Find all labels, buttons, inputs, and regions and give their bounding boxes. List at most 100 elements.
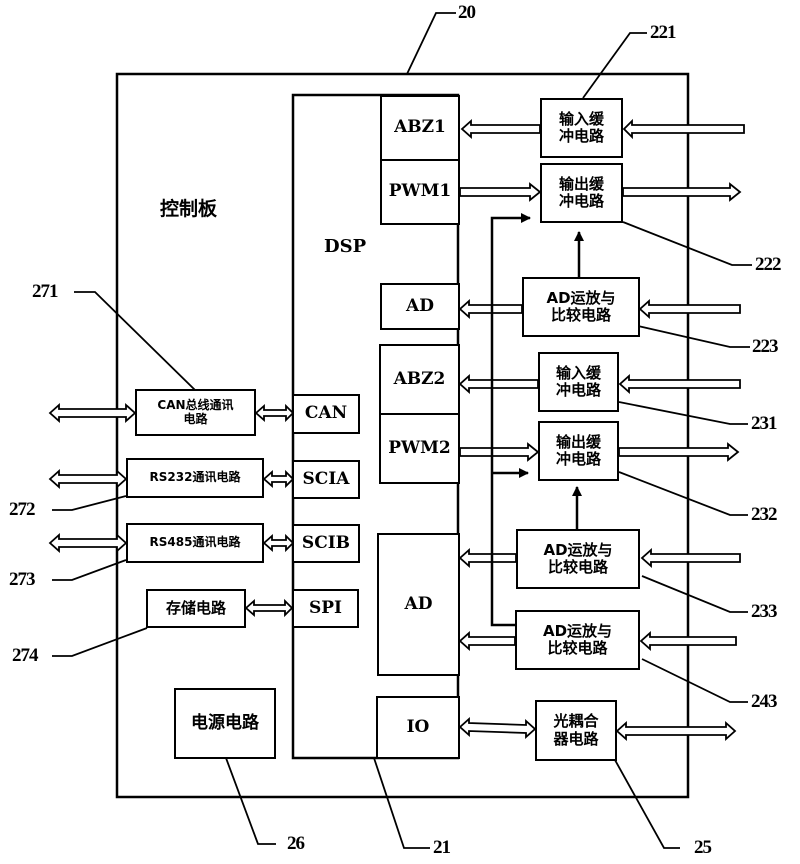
- dsp-title: DSP: [324, 236, 367, 257]
- dsp-port-spi: SPI: [292, 589, 359, 628]
- dsp-port-io: IO: [376, 696, 460, 759]
- leader-221: [582, 32, 647, 99]
- arrow-rs232-scia: [262, 469, 295, 489]
- arrow-ext-to-ad-compare-1: [638, 298, 741, 320]
- ref-label-223: 223: [752, 336, 778, 357]
- dsp-port-can-label: CAN: [304, 403, 348, 424]
- control-board-title: 控制板: [160, 198, 218, 220]
- ad-compare-2-line-1: AD运放与: [543, 540, 613, 559]
- arrow-ext-to-input-buffer-1: [622, 118, 745, 140]
- leader-233: [641, 575, 748, 613]
- ad-compare-3-line-2: 比较电路: [547, 639, 608, 657]
- dsp-port-can: CAN: [292, 394, 360, 434]
- ref-label-271: 271: [32, 281, 58, 302]
- dsp-port-ad-1: AD: [380, 283, 460, 330]
- ad-compare-circuit-2: AD运放与 比较电路: [516, 529, 640, 589]
- arrow-storage-spi: [244, 598, 294, 618]
- optocoupler-line-2: 器电路: [553, 729, 599, 748]
- storage-label: 存储电路: [165, 598, 226, 617]
- input-buffer-2-line-1: 输入缓: [555, 363, 601, 382]
- arrow-output-buffer-1-to-ext: [622, 182, 742, 202]
- dsp-port-abz2: ABZ2: [379, 344, 460, 415]
- dsp-port-abz1: ABZ1: [380, 95, 460, 161]
- leader-232: [618, 471, 748, 516]
- arrow-optocoupler-ext: [615, 720, 737, 742]
- optocoupler-line-1: 光耦合: [553, 712, 599, 731]
- ref-label-231: 231: [751, 413, 777, 434]
- arrow-ext-can-comm: [48, 402, 137, 424]
- ref-label-272: 272: [9, 499, 35, 520]
- ref-label-243: 243: [751, 691, 777, 712]
- dsp-port-pwm2: PWM2: [379, 413, 460, 484]
- dsp-port-scib: SCIB: [292, 524, 360, 563]
- arrow-rs485-scib: [262, 533, 295, 553]
- arrow-pwm2-to-output-buffer-2: [459, 442, 540, 462]
- arrow-ext-to-ad-compare-2: [640, 547, 741, 569]
- ad-compare-1-line-2: 比较电路: [550, 306, 611, 324]
- power-label: 电源电路: [191, 712, 259, 733]
- can-bus-comm-circuit: CAN总线通讯 电路: [135, 389, 256, 436]
- leader-26: [225, 757, 276, 845]
- arrow-ext-rs485: [48, 532, 128, 554]
- arrow-can-comm-can: [254, 403, 295, 423]
- arrow-ad-compare-3-to-ad: [458, 630, 516, 652]
- storage-circuit: 存储电路: [146, 589, 246, 628]
- arrow-pwm1-to-output-buffer-1: [459, 182, 542, 202]
- input-buffer-circuit-2: 输入缓 冲电路: [538, 352, 619, 412]
- dsp-port-abz1-label: ABZ1: [394, 117, 446, 138]
- ad-compare-circuit-3: AD运放与 比较电路: [515, 610, 640, 670]
- leader-274: [52, 627, 148, 657]
- dsp-port-scia-label: SCIA: [302, 468, 350, 489]
- dsp-port-spi-label: SPI: [308, 597, 342, 618]
- dsp-port-pwm1-label: PWM1: [388, 181, 452, 202]
- output-buffer-2-line-1: 输出缓: [555, 432, 601, 451]
- rs232-comm-circuit: RS232通讯电路: [126, 458, 264, 498]
- dsp-port-pwm2-label: PWM2: [388, 437, 451, 458]
- rs232-comm-label: RS232通讯电路: [149, 470, 241, 485]
- input-buffer-1-line-2: 冲电路: [558, 127, 604, 145]
- can-comm-line-1: CAN总线通讯: [157, 397, 234, 412]
- leader-273: [52, 559, 127, 581]
- ad-compare-2-line-2: 比较电路: [547, 558, 608, 576]
- arrow-input-buffer-2-to-abz2: [458, 373, 539, 395]
- optocoupler-circuit: 光耦合 器电路: [535, 700, 617, 761]
- power-circuit: 电源电路: [174, 688, 276, 759]
- leader-25: [614, 759, 680, 849]
- ref-label-274: 274: [12, 645, 38, 666]
- rs485-comm-label: RS485通讯电路: [149, 535, 241, 550]
- dsp-port-ad-1-label: AD: [406, 295, 434, 316]
- arrow-ext-to-input-buffer-2: [618, 373, 741, 395]
- output-buffer-circuit-2: 输出缓 冲电路: [538, 421, 619, 481]
- input-buffer-1-line-1: 输入缓: [558, 109, 604, 128]
- ref-label-233: 233: [751, 601, 777, 622]
- ref-label-273: 273: [9, 569, 35, 590]
- ref-label-21: 21: [433, 837, 451, 858]
- output-buffer-2-line-2: 冲电路: [555, 450, 601, 468]
- arrow-output-buffer-2-to-ext: [618, 442, 740, 462]
- dsp-port-scia: SCIA: [292, 460, 360, 499]
- dsp-port-ad-2: AD: [377, 533, 460, 676]
- dsp-port-pwm1: PWM1: [380, 159, 460, 225]
- dsp-port-io-label: IO: [406, 716, 430, 737]
- ad-compare-3-line-1: AD运放与: [542, 621, 613, 640]
- leader-271: [74, 291, 196, 391]
- ad-compare-circuit-1: AD运放与 比较电路: [522, 277, 640, 337]
- ref-label-26: 26: [287, 833, 305, 854]
- dsp-port-scib-label: SCIB: [301, 532, 351, 553]
- leader-243: [641, 658, 748, 703]
- rs485-comm-circuit: RS485通讯电路: [126, 523, 264, 563]
- ref-label-25: 25: [694, 837, 712, 858]
- leader-272: [52, 495, 127, 511]
- leader-20: [406, 12, 456, 75]
- ref-label-222: 222: [755, 254, 781, 275]
- can-comm-line-2: 电路: [183, 411, 208, 426]
- dsp-port-ad-2-label: AD: [404, 593, 433, 614]
- output-buffer-circuit-1: 输出缓 冲电路: [540, 163, 623, 223]
- arrow-input-buffer-1-to-abz1: [460, 118, 541, 140]
- leader-21: [373, 757, 430, 849]
- leader-223: [637, 325, 750, 348]
- dsp-port-abz2-label: ABZ2: [393, 368, 446, 389]
- input-buffer-circuit-1: 输入缓 冲电路: [540, 98, 623, 158]
- ref-label-20: 20: [458, 2, 476, 23]
- arrow-ad-compare-2-to-ad: [458, 547, 517, 569]
